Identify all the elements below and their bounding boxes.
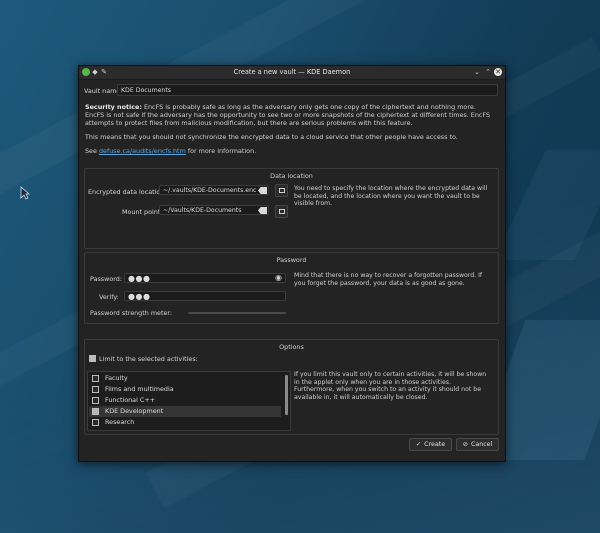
list-item[interactable]: Faculty bbox=[89, 373, 281, 384]
folder-icon bbox=[279, 188, 285, 193]
close-icon[interactable]: ✕ bbox=[494, 68, 502, 76]
password-strength-meter bbox=[188, 312, 286, 314]
activities-list[interactable]: Faculty Films and multimedia Functional … bbox=[87, 371, 291, 431]
activity-checkbox[interactable] bbox=[92, 386, 99, 393]
activity-checkbox[interactable] bbox=[92, 419, 99, 426]
encfs-audit-link[interactable]: defuse.ca/audits/encfs.htm bbox=[99, 147, 186, 155]
strength-meter-label: Password strength meter: bbox=[90, 309, 173, 317]
folder-icon bbox=[279, 209, 285, 214]
mount-point-label: Mount point bbox=[122, 208, 161, 216]
data-location-help: You need to specify the location where t… bbox=[294, 185, 488, 207]
password-input[interactable]: ●●● bbox=[124, 273, 286, 283]
security-notice-heading: Security notice: bbox=[85, 103, 142, 111]
activities-scrollbar[interactable] bbox=[285, 375, 288, 415]
create-vault-dialog: ◆ ✎ Create a new vault — KDE Daemon ⌄ ⌃ … bbox=[78, 65, 506, 462]
encrypted-location-input[interactable]: ~/.vaults/KDE-Documents.enc bbox=[159, 185, 269, 195]
password-title: Password bbox=[276, 256, 307, 264]
options-help: If you limit this vault only to certain … bbox=[294, 371, 487, 401]
window-title: Create a new vault — KDE Daemon bbox=[233, 68, 351, 76]
see-prefix: See bbox=[85, 147, 99, 155]
list-item[interactable]: KDE Development bbox=[89, 406, 281, 417]
encrypted-location-label: Encrypted data location bbox=[88, 188, 165, 196]
check-icon: ✓ bbox=[415, 441, 422, 448]
see-suffix: for more information. bbox=[185, 147, 257, 155]
verify-input[interactable]: ●●● bbox=[124, 291, 286, 301]
security-notice: Security notice: EncFS is probably safe … bbox=[85, 103, 495, 127]
limit-activities-checkbox[interactable] bbox=[89, 355, 96, 362]
vault-name-label: Vault name bbox=[84, 87, 121, 95]
mouse-cursor-icon bbox=[20, 186, 30, 200]
activity-checkbox[interactable] bbox=[92, 375, 99, 382]
password-help: Mind that there is no way to recover a f… bbox=[294, 272, 483, 287]
vault-name-input[interactable]: KDE Documents bbox=[117, 84, 498, 96]
activity-label: Films and multimedia bbox=[105, 385, 174, 393]
minimize-icon[interactable]: ⌄ bbox=[473, 68, 481, 76]
list-item[interactable]: Research bbox=[89, 417, 281, 428]
cancel-button[interactable]: ⊘ Cancel bbox=[456, 438, 499, 451]
data-location-group: Data location Encrypted data location ~/… bbox=[84, 168, 499, 249]
browse-mount-button[interactable] bbox=[275, 205, 288, 218]
limit-activities-label[interactable]: Limit to the selected activities: bbox=[99, 355, 198, 363]
activity-checkbox[interactable] bbox=[92, 397, 99, 404]
activity-label: Functional C++ bbox=[105, 396, 156, 404]
password-group: Password Password: ●●● ◉ Verify: ●●● Pas… bbox=[84, 252, 499, 324]
create-label: Create bbox=[424, 441, 446, 448]
mount-point-input[interactable]: ~/Vaults/KDE-Documents bbox=[159, 205, 269, 215]
activity-label: Research bbox=[105, 418, 135, 426]
sync-warning: This means that you should not synchroni… bbox=[85, 133, 458, 141]
show-password-icon[interactable]: ◉ bbox=[275, 273, 282, 282]
maximize-icon[interactable]: ⌃ bbox=[484, 68, 492, 76]
security-notice-text: EncFS is probably safe as long as the ad… bbox=[85, 103, 491, 127]
list-item[interactable]: Functional C++ bbox=[89, 395, 281, 406]
activity-label: Faculty bbox=[105, 374, 128, 382]
browse-encrypted-button[interactable] bbox=[275, 184, 288, 197]
cancel-label: Cancel bbox=[470, 441, 493, 448]
list-item[interactable]: Films and multimedia bbox=[89, 384, 281, 395]
activity-checkbox[interactable] bbox=[92, 408, 99, 415]
data-location-title: Data location bbox=[270, 172, 313, 180]
verify-label: Verify: bbox=[99, 293, 119, 301]
title-bar: ◆ ✎ Create a new vault — KDE Daemon ⌄ ⌃ … bbox=[79, 66, 505, 80]
options-title: Options bbox=[279, 343, 304, 351]
more-info-line: See defuse.ca/audits/encfs.htm for more … bbox=[85, 147, 495, 155]
password-label: Password: bbox=[90, 275, 123, 283]
activity-label: KDE Development bbox=[105, 407, 164, 415]
create-button[interactable]: ✓ Create bbox=[409, 438, 452, 451]
cancel-icon: ⊘ bbox=[462, 441, 468, 448]
